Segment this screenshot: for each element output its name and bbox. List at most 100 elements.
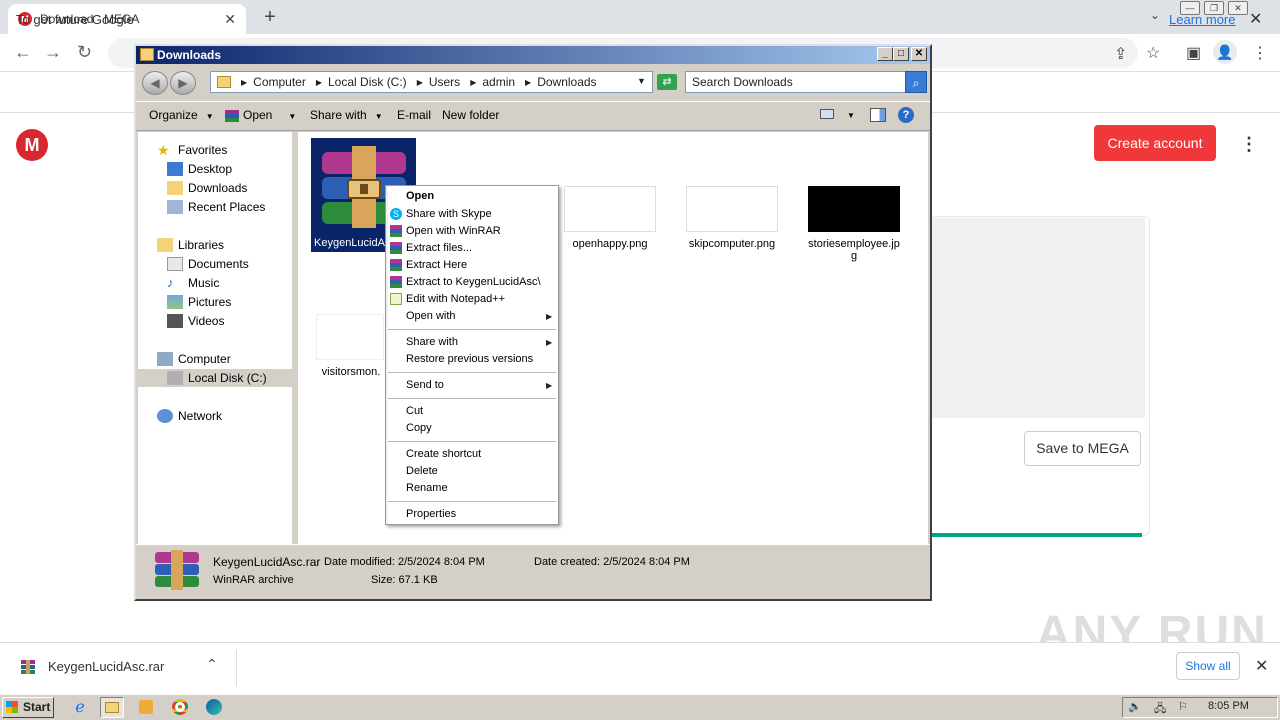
breadcrumb-users[interactable]: Users — [429, 75, 460, 89]
tab-search-icon[interactable]: ⌄ — [1150, 8, 1160, 22]
menu-properties[interactable]: Properties — [406, 508, 456, 520]
nav-desktop[interactable]: Desktop — [167, 162, 232, 176]
nav-videos[interactable]: Videos — [167, 314, 224, 328]
nav-local-disk[interactable]: Local Disk (C:) — [167, 371, 267, 385]
explorer-search-input[interactable]: Search Downloads — [685, 71, 907, 93]
reload-icon[interactable]: ↻ — [77, 42, 92, 63]
explorer-back-icon[interactable]: ◀ — [142, 71, 168, 95]
share-icon[interactable]: ⇪ — [1114, 44, 1127, 64]
breadcrumb-downloads[interactable]: Downloads — [537, 75, 596, 89]
menu-extract-to[interactable]: Extract to KeygenLucidAsc\ — [406, 276, 541, 288]
breadcrumb-admin[interactable]: admin — [482, 75, 515, 89]
explorer-minimize-icon[interactable]: _ — [877, 47, 893, 61]
file-item-openhappy[interactable]: openhappy.png — [558, 186, 662, 250]
explorer-maximize-icon[interactable]: □ — [893, 47, 909, 61]
explorer-address-bar[interactable]: ▶ Computer ▶ Local Disk (C:) ▶ Users ▶ a… — [210, 71, 653, 93]
windows-flag-icon — [6, 701, 18, 713]
nav-libraries[interactable]: Libraries — [157, 238, 224, 252]
breadcrumb-arrow-icon[interactable]: ▶ — [470, 78, 476, 87]
download-shelf-close-icon[interactable]: ✕ — [1255, 656, 1268, 676]
menu-extract-files[interactable]: Extract files... — [406, 242, 472, 254]
create-account-button[interactable]: Create account — [1094, 125, 1216, 161]
star-icon: ★ — [157, 142, 170, 158]
menu-separator — [388, 372, 556, 373]
libraries-icon — [157, 238, 173, 252]
open-button[interactable]: Open ▼ — [225, 108, 296, 122]
address-dropdown-icon[interactable]: ▼ — [637, 76, 646, 86]
menu-share-with[interactable]: Share with — [406, 336, 458, 348]
back-arrow-icon[interactable]: ← — [14, 42, 32, 63]
learn-more-link[interactable]: Learn more — [1169, 12, 1235, 27]
preview-pane-icon[interactable] — [870, 108, 886, 122]
new-tab-button[interactable]: + — [258, 6, 282, 28]
file-item-storiesemployee[interactable]: storiesemployee.jp g — [802, 186, 906, 262]
taskbar-clock[interactable]: 8:05 PM — [1208, 700, 1249, 712]
menu-extract-here[interactable]: Extract Here — [406, 259, 467, 271]
menu-copy[interactable]: Copy — [406, 422, 432, 434]
chrome-menu-icon[interactable]: ⋮ — [1252, 43, 1268, 63]
menu-cut[interactable]: Cut — [406, 405, 423, 417]
show-all-button[interactable]: Show all — [1176, 652, 1240, 680]
forward-arrow-icon[interactable]: → — [44, 42, 62, 63]
refresh-icon[interactable]: ⇄ — [657, 74, 677, 90]
organize-button[interactable]: Organize ▼ — [149, 108, 214, 122]
nav-computer[interactable]: Computer — [157, 352, 231, 366]
explorer-close-icon[interactable]: ✕ — [911, 47, 927, 61]
breadcrumb-arrow-icon[interactable]: ▶ — [241, 78, 247, 87]
breadcrumb-computer[interactable]: Computer — [253, 75, 306, 89]
menu-create-shortcut[interactable]: Create shortcut — [406, 448, 481, 460]
view-dropdown-icon[interactable]: ▼ — [847, 111, 855, 120]
more-options-icon[interactable]: ⋮ — [1240, 134, 1258, 155]
nav-documents[interactable]: Documents — [167, 257, 249, 271]
profile-avatar-icon[interactable]: 👤 — [1213, 40, 1237, 64]
breadcrumb-arrow-icon[interactable]: ▶ — [525, 78, 531, 87]
tab-close-icon[interactable]: ✕ — [224, 11, 236, 28]
share-with-button[interactable]: Share with ▼ — [310, 108, 383, 122]
nav-downloads[interactable]: Downloads — [167, 181, 247, 195]
file-item-skipcomputer[interactable]: skipcomputer.png — [680, 186, 784, 250]
new-folder-button[interactable]: New folder — [442, 108, 499, 122]
volume-icon[interactable]: 🔈 — [1128, 700, 1142, 713]
download-item-name[interactable]: KeygenLucidAsc.rar — [48, 659, 164, 674]
menu-edit-notepad[interactable]: Edit with Notepad++ — [406, 293, 505, 305]
nav-favorites[interactable]: ★ Favorites — [157, 143, 227, 157]
explorer-forward-icon[interactable]: ▶ — [170, 71, 196, 95]
chrome-icon[interactable] — [168, 697, 192, 718]
breadcrumb-arrow-icon[interactable]: ▶ — [417, 78, 423, 87]
action-center-flag-icon[interactable]: ⚐ — [1178, 700, 1188, 713]
infobar-close-icon[interactable]: ✕ — [1249, 9, 1262, 29]
menu-send-to[interactable]: Send to — [406, 379, 444, 391]
nav-recent-places[interactable]: Recent Places — [167, 200, 265, 214]
menu-delete[interactable]: Delete — [406, 465, 438, 477]
change-view-icon[interactable] — [820, 109, 834, 119]
pictures-icon — [167, 295, 183, 309]
menu-open-winrar[interactable]: Open with WinRAR — [406, 225, 501, 237]
save-to-mega-button[interactable]: Save to MEGA — [1024, 431, 1141, 466]
menu-open-with[interactable]: Open with — [406, 310, 456, 322]
side-panel-icon[interactable]: ▣ — [1186, 43, 1201, 63]
breadcrumb-arrow-icon[interactable]: ▶ — [316, 78, 322, 87]
chevron-up-icon[interactable]: ⌃ — [206, 656, 218, 673]
explorer-titlebar[interactable] — [136, 46, 930, 64]
explorer-taskbar-button[interactable] — [100, 697, 124, 718]
nav-pictures[interactable]: Pictures — [167, 295, 231, 309]
bookmark-star-icon[interactable]: ☆ — [1146, 43, 1160, 63]
edge-icon[interactable] — [202, 697, 226, 718]
ie-icon[interactable]: ℯ — [68, 697, 92, 718]
file-item-visitorsmon[interactable]: visitorsmon. — [316, 314, 386, 378]
menu-restore[interactable]: Restore previous versions — [406, 353, 533, 365]
breadcrumb-localdisk[interactable]: Local Disk (C:) — [328, 75, 407, 89]
network-tray-icon[interactable]: 🖧 — [1154, 700, 1166, 719]
email-button[interactable]: E-mail — [397, 108, 431, 122]
media-player-icon[interactable] — [134, 697, 158, 718]
details-size: Size: 67.1 KB — [371, 574, 438, 586]
mega-logo[interactable]: M — [16, 129, 48, 161]
file-keygen-label: KeygenLucidA — [314, 237, 385, 249]
menu-share-skype[interactable]: Share with Skype — [406, 208, 492, 220]
menu-rename[interactable]: Rename — [406, 482, 448, 494]
search-icon[interactable]: ⌕ — [905, 71, 927, 93]
nav-network[interactable]: Network — [157, 409, 222, 423]
nav-music[interactable]: ♪ Music — [167, 276, 219, 291]
help-icon[interactable]: ? — [898, 107, 914, 123]
menu-open[interactable]: Open — [406, 190, 434, 202]
